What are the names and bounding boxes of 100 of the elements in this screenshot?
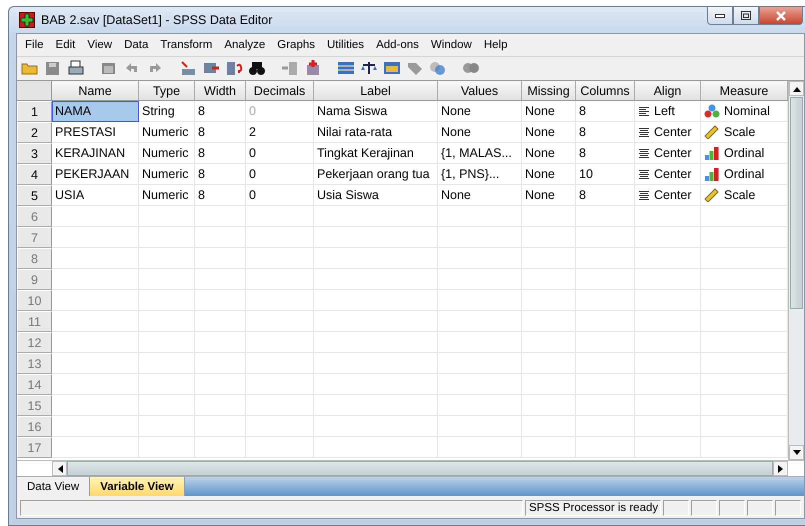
empty-cell[interactable] (195, 416, 246, 437)
table-cell[interactable]: KERAJINAN (52, 143, 139, 164)
empty-cell[interactable] (522, 227, 576, 248)
empty-cell[interactable] (195, 248, 246, 269)
empty-cell[interactable] (635, 416, 701, 437)
menu-item[interactable]: Transform (156, 39, 220, 51)
grid-corner[interactable] (17, 81, 52, 101)
table-cell[interactable]: None (438, 185, 522, 206)
empty-cell[interactable] (139, 416, 195, 437)
table-cell[interactable]: 0 (246, 164, 314, 185)
empty-cell[interactable] (246, 437, 314, 458)
table-cell[interactable]: Nama Siswa (314, 101, 438, 122)
table-cell[interactable]: Center (635, 143, 701, 164)
empty-cell[interactable] (314, 290, 438, 311)
column-header[interactable]: Missing (522, 81, 576, 101)
vertical-scrollbar[interactable] (788, 81, 804, 460)
empty-cell[interactable] (635, 332, 701, 353)
sets-icon[interactable] (429, 60, 447, 76)
row-header[interactable]: 11 (17, 311, 52, 332)
column-header[interactable]: Columns (576, 81, 635, 101)
row-header[interactable]: 13 (17, 353, 52, 374)
table-cell[interactable]: 8 (195, 143, 246, 164)
menu-item[interactable]: Window (426, 39, 480, 51)
empty-cell[interactable] (522, 416, 576, 437)
empty-cell[interactable] (522, 269, 576, 290)
table-cell[interactable]: Numeric (139, 185, 195, 206)
table-cell[interactable]: 8 (576, 101, 635, 122)
table-cell[interactable]: None (522, 101, 576, 122)
empty-cell[interactable] (314, 248, 438, 269)
view-tab[interactable]: Variable View (90, 477, 185, 496)
empty-cell[interactable] (139, 206, 195, 227)
column-header[interactable]: Values (438, 81, 522, 101)
table-cell[interactable]: 0 (246, 185, 314, 206)
column-header[interactable]: Type (139, 81, 195, 101)
empty-cell[interactable] (195, 269, 246, 290)
table-cell[interactable]: String (139, 101, 195, 122)
empty-cell[interactable] (314, 332, 438, 353)
empty-cell[interactable] (438, 248, 522, 269)
circles-icon[interactable] (462, 60, 480, 76)
empty-cell[interactable] (314, 311, 438, 332)
row-header[interactable]: 1 (17, 101, 52, 122)
table-cell[interactable]: 8 (576, 185, 635, 206)
menu-item[interactable]: Help (480, 39, 516, 51)
empty-cell[interactable] (522, 248, 576, 269)
table-cell[interactable]: None (522, 122, 576, 143)
minimize-button[interactable] (707, 7, 733, 25)
table-cell[interactable]: 8 (576, 122, 635, 143)
empty-cell[interactable] (195, 353, 246, 374)
empty-cell[interactable] (195, 437, 246, 458)
empty-cell[interactable] (246, 395, 314, 416)
row-header[interactable]: 9 (17, 269, 52, 290)
empty-cell[interactable] (195, 206, 246, 227)
empty-cell[interactable] (195, 395, 246, 416)
empty-cell[interactable] (576, 290, 635, 311)
menu-item[interactable]: Graphs (273, 39, 323, 51)
empty-cell[interactable] (314, 353, 438, 374)
empty-cell[interactable] (195, 374, 246, 395)
empty-cell[interactable] (438, 374, 522, 395)
empty-cell[interactable] (314, 227, 438, 248)
table-cell[interactable]: 8 (195, 101, 246, 122)
empty-cell[interactable] (576, 206, 635, 227)
empty-cell[interactable] (438, 227, 522, 248)
row-header[interactable]: 4 (17, 164, 52, 185)
empty-cell[interactable] (246, 290, 314, 311)
empty-cell[interactable] (635, 437, 701, 458)
menu-item[interactable]: Utilities (323, 39, 372, 51)
empty-cell[interactable] (246, 206, 314, 227)
table-cell[interactable]: Nilai rata-rata (314, 122, 438, 143)
empty-cell[interactable] (522, 395, 576, 416)
empty-cell[interactable] (438, 437, 522, 458)
empty-cell[interactable] (635, 353, 701, 374)
table-cell[interactable]: USIA (52, 185, 139, 206)
table-cell[interactable]: Tingkat Kerajinan (314, 143, 438, 164)
row-header[interactable]: 2 (17, 122, 52, 143)
printer-icon[interactable] (67, 60, 85, 76)
scales-icon[interactable] (360, 60, 378, 76)
empty-cell[interactable] (576, 353, 635, 374)
empty-cell[interactable] (438, 332, 522, 353)
row-header[interactable]: 15 (17, 395, 52, 416)
empty-cell[interactable] (314, 395, 438, 416)
table-cell[interactable]: None (522, 143, 576, 164)
column-header[interactable]: Label (314, 81, 438, 101)
empty-cell[interactable] (195, 311, 246, 332)
table-cell[interactable]: Numeric (139, 164, 195, 185)
menu-item[interactable]: Add-ons (372, 39, 427, 51)
table-cell[interactable]: {1, PNS}... (438, 164, 522, 185)
table-cell[interactable]: Ordinal (701, 164, 788, 185)
table-cell[interactable]: 8 (195, 164, 246, 185)
table-cell[interactable]: Nominal (701, 101, 788, 122)
close-button[interactable] (759, 7, 803, 25)
table-cell[interactable]: None (522, 185, 576, 206)
empty-cell[interactable] (438, 290, 522, 311)
empty-cell[interactable] (522, 206, 576, 227)
empty-cell[interactable] (635, 206, 701, 227)
empty-cell[interactable] (139, 248, 195, 269)
empty-cell[interactable] (195, 290, 246, 311)
menu-item[interactable]: View (83, 39, 120, 51)
row-header[interactable]: 3 (17, 143, 52, 164)
empty-cell[interactable] (576, 248, 635, 269)
table-cell[interactable]: 8 (195, 185, 246, 206)
